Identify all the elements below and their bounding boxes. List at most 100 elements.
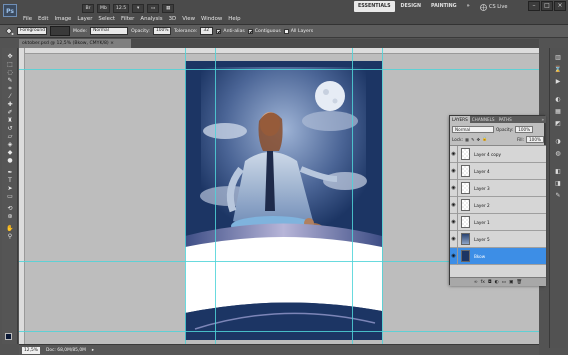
- menu-select[interactable]: Select: [95, 14, 118, 24]
- workspace-painting[interactable]: PAINTING: [427, 1, 461, 12]
- color-panel-icon[interactable]: ◐: [553, 96, 563, 104]
- styles-panel-icon[interactable]: ◩: [553, 120, 563, 128]
- fill-source-dropdown[interactable]: Foreground: [17, 27, 47, 35]
- menu-window[interactable]: Window: [198, 14, 225, 24]
- lock-transparency-icon[interactable]: ▦: [465, 137, 469, 142]
- antialias-checkbox[interactable]: [216, 28, 222, 34]
- layer-row[interactable]: ◉ Layer 4 copy: [450, 145, 546, 163]
- delete-layer-icon[interactable]: 🗑: [516, 280, 522, 285]
- visibility-eye-icon[interactable]: ◉: [450, 230, 458, 248]
- swatches-panel-icon[interactable]: ▦: [553, 108, 563, 116]
- visibility-eye-icon[interactable]: ◉: [450, 179, 458, 197]
- shape-tool-icon[interactable]: ▭: [6, 194, 14, 200]
- layer-row-selected[interactable]: ◉ Bkow: [450, 247, 546, 265]
- brush-tool-icon[interactable]: ✐: [6, 110, 14, 116]
- eyedropper-tool-icon[interactable]: ⁄: [6, 94, 14, 100]
- guide-vertical[interactable]: [185, 48, 186, 344]
- hand-tool-icon[interactable]: ✋: [6, 226, 14, 232]
- new-group-icon[interactable]: ▭: [502, 280, 506, 285]
- clone-stamp-tool-icon[interactable]: ♜: [6, 118, 14, 124]
- panel-menu-button[interactable]: »: [539, 116, 546, 123]
- close-button[interactable]: ×: [554, 1, 566, 11]
- visibility-eye-icon[interactable]: ◉: [450, 213, 458, 231]
- new-layer-icon[interactable]: ▣: [509, 280, 513, 285]
- paint-bucket-icon[interactable]: [4, 27, 14, 36]
- document-tab[interactable]: oktober.psd @ 12,5% (Bkow, CMYK/8) ×: [19, 39, 131, 48]
- guide-vertical[interactable]: [352, 48, 353, 344]
- quick-selection-tool-icon[interactable]: ✎: [6, 78, 14, 84]
- pen-tool-icon[interactable]: ✒: [6, 170, 14, 176]
- mini-bridge-button[interactable]: Mb: [97, 3, 110, 13]
- lock-position-icon[interactable]: ✥: [476, 137, 480, 142]
- guide-vertical[interactable]: [215, 48, 216, 344]
- 3d-rotate-tool-icon[interactable]: ⟲: [6, 206, 14, 212]
- add-mask-icon[interactable]: ◘: [488, 280, 492, 285]
- pattern-picker[interactable]: [50, 26, 70, 36]
- menu-filter[interactable]: Filter: [118, 14, 137, 24]
- workspace-essentials[interactable]: ESSENTIALS: [354, 1, 395, 12]
- zoom-level-dropdown[interactable]: 12.5: [112, 3, 130, 13]
- history-brush-tool-icon[interactable]: ↺: [6, 126, 14, 132]
- eraser-tool-icon[interactable]: ▱: [6, 134, 14, 140]
- layer-row[interactable]: ◉ Layer 5: [450, 230, 546, 248]
- healing-brush-tool-icon[interactable]: ✚: [6, 102, 14, 108]
- workspace-design[interactable]: DESIGN: [397, 1, 425, 12]
- marquee-tool-icon[interactable]: ⬚: [6, 62, 14, 68]
- antialias-option[interactable]: Anti-alias: [216, 28, 245, 34]
- path-selection-tool-icon[interactable]: ➤: [6, 186, 14, 192]
- adjustment-layer-icon[interactable]: ◐: [495, 280, 499, 285]
- workspace-more-button[interactable]: »: [463, 1, 474, 12]
- opacity-field[interactable]: 100%: [152, 27, 171, 35]
- cs-live-button[interactable]: CS Live: [480, 2, 507, 12]
- blur-tool-icon[interactable]: ◆: [6, 150, 14, 156]
- crop-tool-icon[interactable]: ⌗: [6, 86, 14, 92]
- visibility-eye-icon[interactable]: ◉: [450, 145, 458, 163]
- paths-panel-icon[interactable]: ✎: [553, 192, 563, 200]
- layer-opacity-field[interactable]: 100%: [515, 125, 534, 133]
- contiguous-option[interactable]: Contiguous: [247, 28, 281, 34]
- zoom-tool-icon[interactable]: ⚲: [6, 234, 14, 240]
- dodge-tool-icon[interactable]: ●: [6, 158, 14, 164]
- status-menu-arrow-icon[interactable]: ▸: [92, 348, 94, 353]
- menu-3d[interactable]: 3D: [166, 14, 180, 24]
- foreground-color-swatch[interactable]: [5, 333, 12, 340]
- type-tool-icon[interactable]: T: [6, 178, 14, 184]
- guide-horizontal[interactable]: [19, 69, 539, 70]
- layers-panel-icon[interactable]: ◧: [553, 168, 563, 176]
- tolerance-field[interactable]: 32: [200, 27, 214, 35]
- masks-panel-icon[interactable]: ◍: [553, 150, 563, 158]
- tab-layers[interactable]: LAYERS: [450, 116, 470, 123]
- move-tool-icon[interactable]: ✥: [6, 54, 14, 60]
- zoom-dropdown-arrow-icon[interactable]: ▾: [132, 3, 145, 13]
- menu-file[interactable]: File: [20, 14, 35, 24]
- tab-channels[interactable]: CHANNELS: [470, 116, 497, 123]
- arrange-documents-button[interactable]: ▦: [162, 3, 175, 13]
- layer-row[interactable]: ◉ Layer 4: [450, 162, 546, 180]
- menu-edit[interactable]: Edit: [35, 14, 51, 24]
- menu-layer[interactable]: Layer: [74, 14, 95, 24]
- screen-mode-button[interactable]: ▭: [147, 3, 160, 13]
- minimize-button[interactable]: –: [528, 1, 540, 11]
- layer-fill-field[interactable]: 100%: [526, 135, 544, 143]
- link-layers-icon[interactable]: ∞: [474, 280, 478, 285]
- bridge-button[interactable]: Br: [82, 3, 94, 13]
- guide-vertical[interactable]: [382, 48, 383, 344]
- menu-image[interactable]: Image: [51, 14, 74, 24]
- mini-bridge-panel-icon[interactable]: ▥: [553, 54, 563, 62]
- vertical-ruler[interactable]: [19, 48, 25, 344]
- mode-dropdown[interactable]: Normal: [90, 27, 129, 35]
- zoom-level-field[interactable]: 12,5%: [22, 346, 40, 354]
- layer-row[interactable]: ◉ Layer 3: [450, 179, 546, 197]
- lock-pixels-icon[interactable]: ✎: [471, 137, 475, 142]
- history-panel-icon[interactable]: ⌛: [553, 66, 563, 74]
- visibility-eye-icon[interactable]: ◉: [450, 196, 458, 214]
- visibility-eye-icon[interactable]: ◉: [450, 247, 458, 265]
- layer-style-icon[interactable]: fx: [481, 280, 485, 285]
- lock-all-icon[interactable]: 🔒: [482, 136, 487, 142]
- layer-row[interactable]: ◉ Layer 2: [450, 196, 546, 214]
- all-layers-checkbox[interactable]: [283, 28, 289, 34]
- layer-row[interactable]: ◉ Layer 1: [450, 213, 546, 231]
- maximize-button[interactable]: □: [541, 1, 553, 11]
- actions-panel-icon[interactable]: ▶: [553, 78, 563, 86]
- blend-mode-dropdown[interactable]: Normal: [452, 125, 494, 133]
